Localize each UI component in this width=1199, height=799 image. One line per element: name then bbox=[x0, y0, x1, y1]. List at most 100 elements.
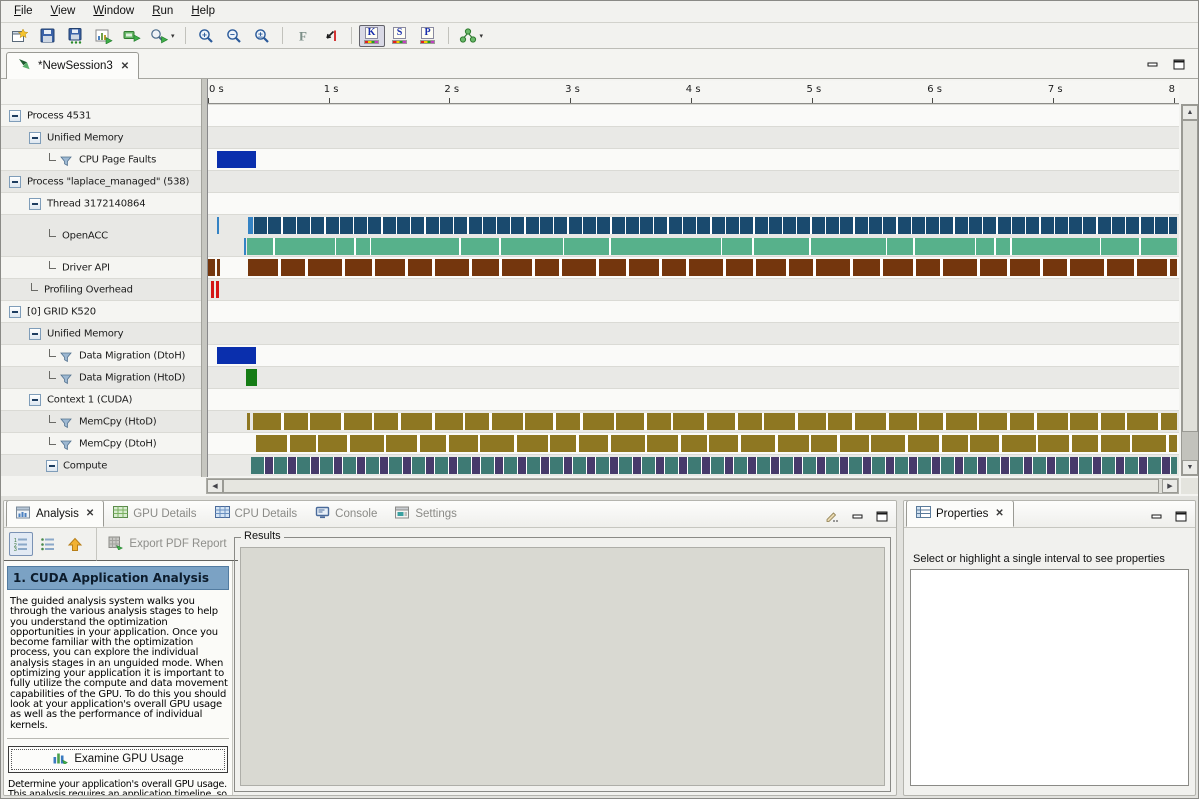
timeline-interval[interactable] bbox=[1010, 457, 1023, 474]
timeline-interval[interactable] bbox=[386, 435, 417, 452]
timeline-lane[interactable] bbox=[208, 367, 1179, 388]
view-menu-icon[interactable] bbox=[825, 509, 840, 527]
timeline-lane[interactable] bbox=[208, 193, 1179, 214]
timeline-interval[interactable] bbox=[629, 259, 659, 276]
timeline-interval[interactable] bbox=[828, 413, 852, 430]
timeline-interval[interactable] bbox=[1169, 435, 1177, 452]
timeline-interval[interactable] bbox=[389, 457, 402, 474]
timeline-interval[interactable] bbox=[208, 259, 215, 276]
timeline-interval[interactable] bbox=[748, 457, 756, 474]
timeline-interval[interactable] bbox=[756, 259, 786, 276]
menu-view[interactable]: View bbox=[42, 1, 85, 17]
expand-toggle[interactable] bbox=[29, 328, 41, 340]
timeline-interval[interactable] bbox=[311, 457, 319, 474]
expand-toggle[interactable] bbox=[29, 198, 41, 210]
filter-icon[interactable] bbox=[60, 154, 72, 172]
tab-analysis[interactable]: Analysis✕ bbox=[6, 500, 104, 527]
timeline-interval[interactable] bbox=[769, 217, 782, 234]
expand-toggle[interactable] bbox=[9, 306, 21, 318]
filter-icon[interactable] bbox=[60, 416, 72, 434]
timeline-interval[interactable] bbox=[254, 217, 267, 234]
timeline-interval[interactable] bbox=[1047, 457, 1055, 474]
expand-toggle[interactable] bbox=[9, 176, 21, 188]
timeline-interval[interactable] bbox=[872, 457, 885, 474]
timeline-interval[interactable] bbox=[251, 457, 264, 474]
timeline-interval[interactable] bbox=[469, 217, 482, 234]
timeline-interval[interactable] bbox=[1102, 457, 1115, 474]
timeline-interval[interactable] bbox=[978, 457, 986, 474]
tab-settings[interactable]: Settings bbox=[386, 500, 466, 527]
timeline-interval[interactable] bbox=[697, 217, 710, 234]
timeline-interval[interactable] bbox=[217, 347, 256, 364]
timeline-interval[interactable] bbox=[1162, 457, 1170, 474]
timeline-interval[interactable] bbox=[1070, 457, 1078, 474]
timeline-interval[interactable] bbox=[1012, 217, 1025, 234]
timeline-interval[interactable] bbox=[840, 457, 848, 474]
horizontal-scroll-thumb[interactable] bbox=[223, 479, 1159, 493]
timeline-interval[interactable] bbox=[755, 217, 768, 234]
timeline-interval[interactable] bbox=[898, 217, 911, 234]
timeline-interval[interactable] bbox=[344, 413, 372, 430]
timeline-interval[interactable] bbox=[616, 413, 644, 430]
timeline-interval[interactable] bbox=[871, 435, 905, 452]
timeline-interval[interactable] bbox=[472, 259, 499, 276]
timeline-interval[interactable] bbox=[932, 457, 940, 474]
timeline-interval[interactable] bbox=[311, 217, 324, 234]
timeline-interval[interactable] bbox=[216, 281, 219, 298]
timeline-interval[interactable] bbox=[740, 217, 753, 234]
timeline-lane[interactable] bbox=[208, 433, 1179, 454]
menu-file[interactable]: File bbox=[5, 1, 42, 17]
dropdown-caret-icon[interactable]: ▾ bbox=[480, 32, 484, 40]
timeline-lane[interactable] bbox=[208, 323, 1179, 344]
timeline-interval[interactable] bbox=[656, 457, 664, 474]
timeline-interval[interactable] bbox=[472, 457, 480, 474]
timeline-interval[interactable] bbox=[987, 457, 1000, 474]
timeline-interval[interactable] bbox=[1079, 457, 1092, 474]
timeline-lane[interactable] bbox=[208, 301, 1179, 322]
scroll-left-icon[interactable]: ◀ bbox=[207, 479, 223, 493]
timeline-interval[interactable] bbox=[673, 413, 704, 430]
timeline-interval[interactable] bbox=[826, 457, 839, 474]
timeline-interval[interactable] bbox=[1070, 259, 1104, 276]
timeline-interval[interactable] bbox=[889, 413, 917, 430]
timeline-interval[interactable] bbox=[1037, 413, 1068, 430]
timeline-interval[interactable] bbox=[665, 457, 678, 474]
tree-item-0-grid-k520[interactable]: [0] GRID K520 bbox=[1, 301, 201, 322]
timeline-interval[interactable] bbox=[345, 259, 372, 276]
timeline-interval[interactable] bbox=[569, 217, 582, 234]
timeline-interval[interactable] bbox=[397, 217, 410, 234]
timeline-interval[interactable] bbox=[1070, 413, 1098, 430]
timeline-interval[interactable] bbox=[517, 435, 548, 452]
timeline-interval[interactable] bbox=[435, 259, 469, 276]
timeline-interval[interactable] bbox=[941, 457, 954, 474]
timeline-interval[interactable] bbox=[979, 413, 1007, 430]
timeline-interval[interactable] bbox=[550, 457, 563, 474]
tab-properties[interactable]: Properties ✕ bbox=[906, 500, 1014, 527]
timeline-lane[interactable] bbox=[208, 411, 1179, 432]
timeline-interval[interactable] bbox=[1169, 217, 1177, 234]
expand-toggle[interactable] bbox=[46, 460, 58, 472]
timeline-interval[interactable] bbox=[217, 151, 256, 168]
timeline-interval[interactable] bbox=[886, 457, 894, 474]
timeline-interval[interactable] bbox=[408, 259, 432, 276]
timeline-interval[interactable] bbox=[642, 457, 655, 474]
filter-icon[interactable] bbox=[60, 372, 72, 390]
timeline-interval[interactable] bbox=[596, 457, 609, 474]
scroll-down-icon[interactable]: ▼ bbox=[1182, 460, 1198, 475]
menu-window[interactable]: Window bbox=[84, 1, 143, 17]
tab-gpu-details[interactable]: GPU Details bbox=[104, 500, 205, 527]
maximize-icon[interactable] bbox=[876, 509, 889, 527]
tab-session[interactable]: *NewSession3 ✕ bbox=[6, 52, 139, 79]
timeline-interval[interactable] bbox=[826, 217, 839, 234]
tree-item-thread-3172140864[interactable]: Thread 3172140864 bbox=[1, 193, 201, 214]
timeline-interval[interactable] bbox=[1137, 259, 1167, 276]
timeline-interval[interactable] bbox=[1093, 457, 1101, 474]
tree-item-cpu-page-faults[interactable]: CPU Page Faults bbox=[1, 149, 201, 170]
timeline-interval[interactable] bbox=[662, 259, 686, 276]
timeline-interval[interactable] bbox=[297, 457, 310, 474]
goto-marker-button[interactable]: F bbox=[290, 25, 316, 47]
timeline-interval[interactable] bbox=[817, 457, 825, 474]
timeline-interval[interactable] bbox=[780, 457, 793, 474]
timeline-interval[interactable] bbox=[679, 457, 687, 474]
timeline-interval[interactable] bbox=[1002, 435, 1036, 452]
